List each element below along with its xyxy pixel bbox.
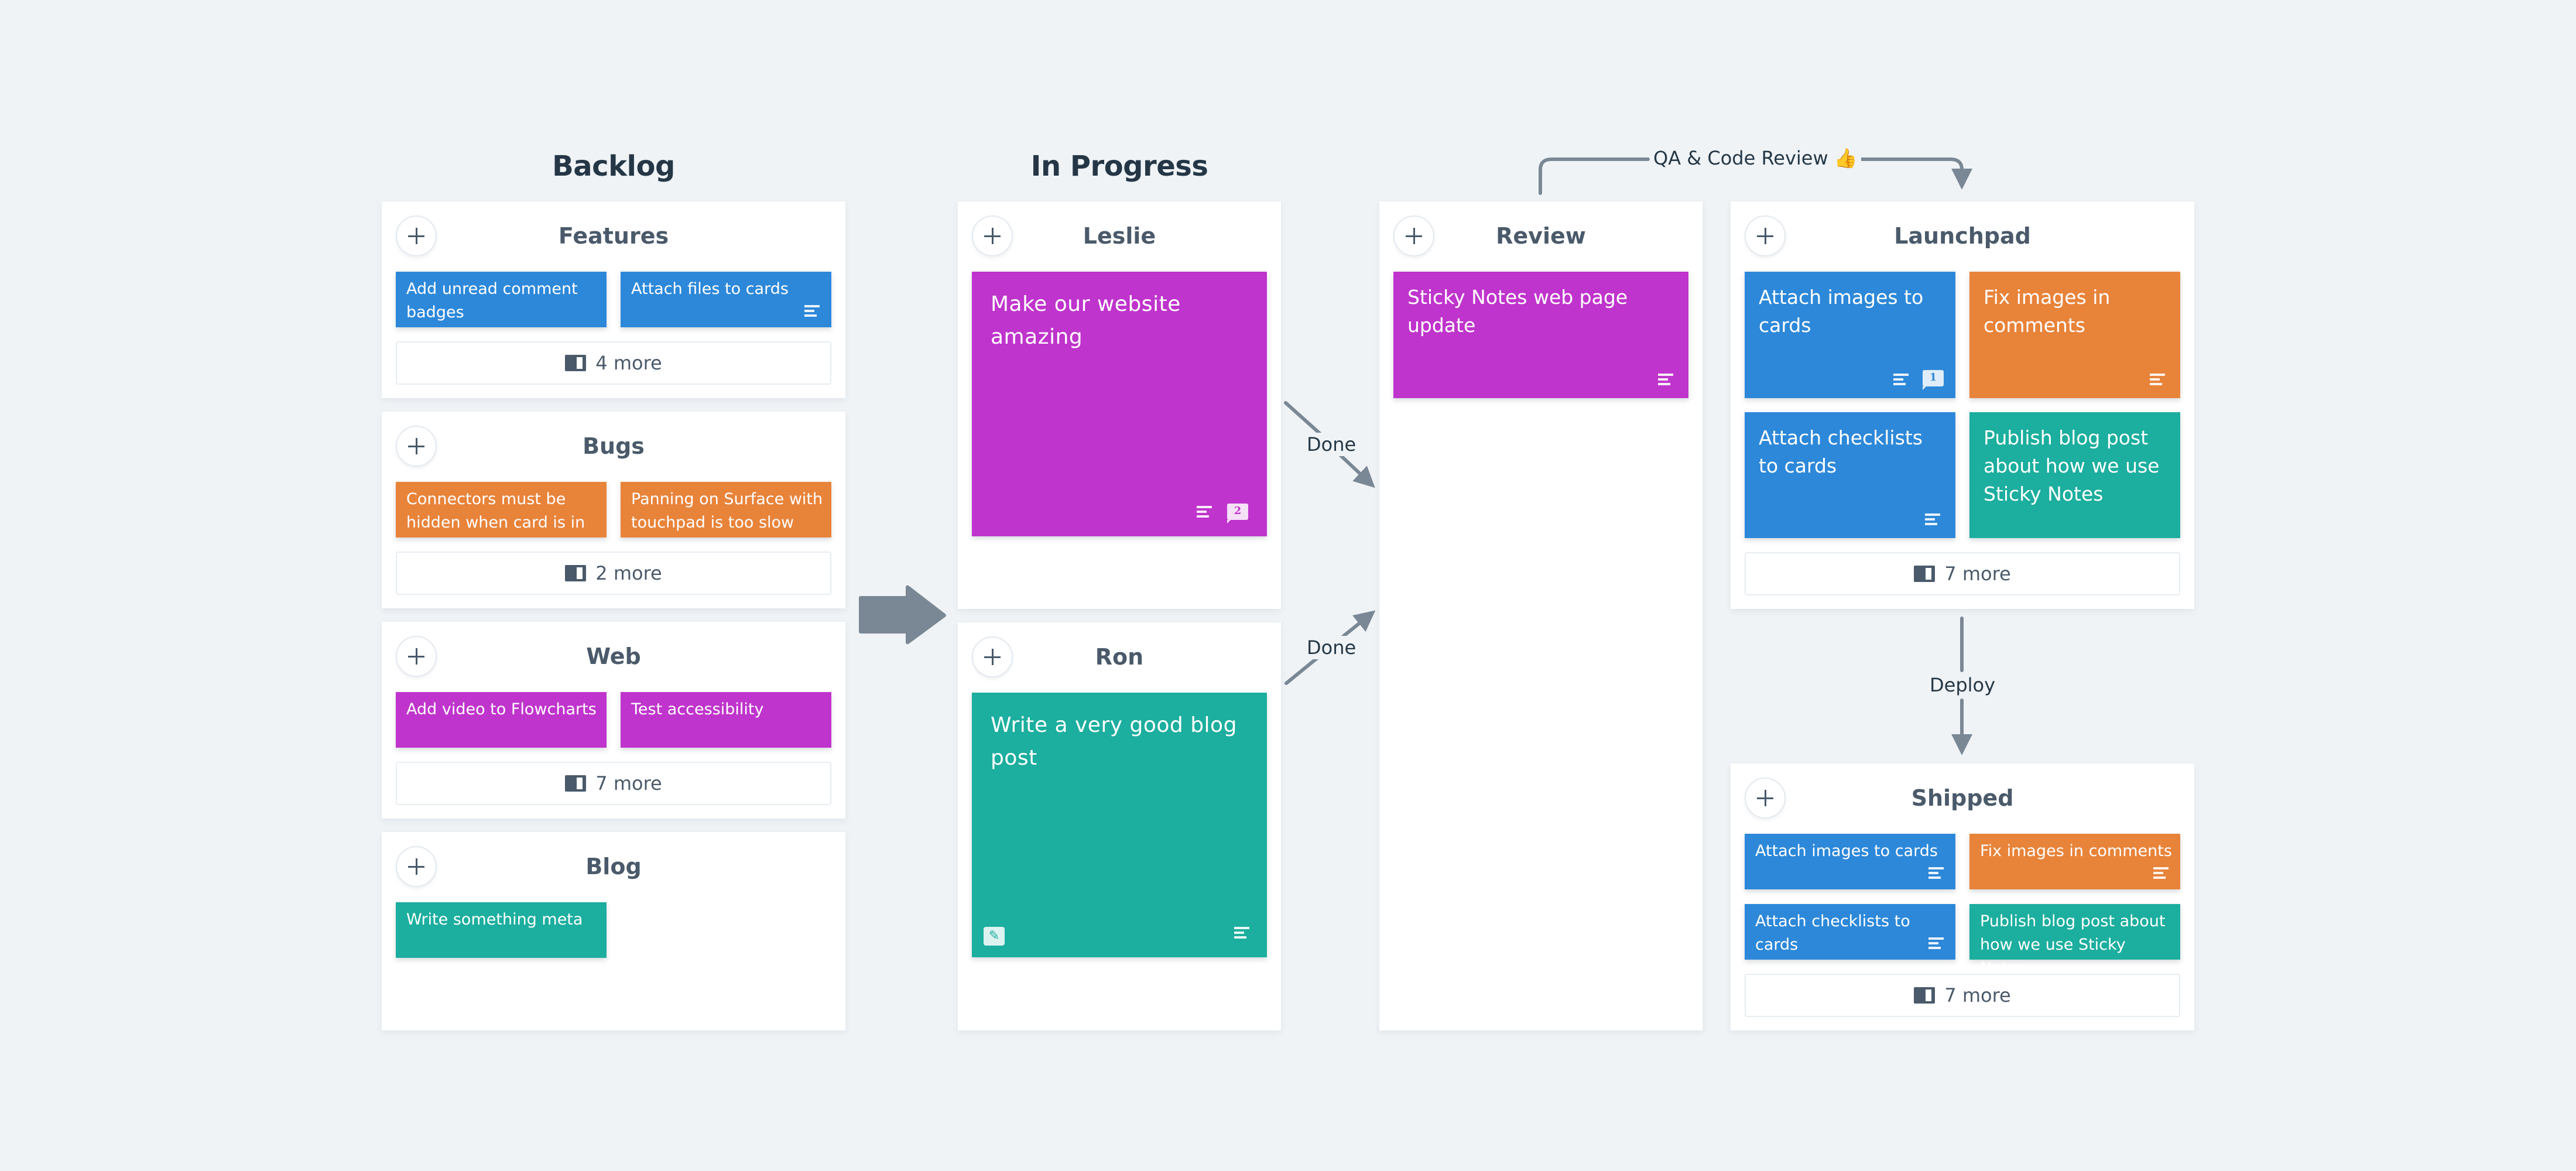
notes-icon bbox=[1928, 867, 1944, 879]
column-title-in-progress: In Progress bbox=[1030, 150, 1208, 183]
panel-blog: Blog Write something meta bbox=[382, 832, 845, 1030]
card-text: Fix images in comments bbox=[1980, 842, 2172, 860]
card[interactable]: Attach files to cards bbox=[621, 272, 831, 327]
card[interactable]: Connectors must be hidden when card is i… bbox=[396, 482, 607, 555]
card-text: Make our website amazing bbox=[991, 292, 1181, 349]
connector-qa-right bbox=[1849, 157, 1972, 190]
notes-icon bbox=[1197, 506, 1212, 518]
card[interactable]: Write something meta bbox=[396, 902, 607, 958]
show-more-button[interactable]: 7 more bbox=[1745, 552, 2180, 595]
comment-icon[interactable]: 1 bbox=[1923, 370, 1944, 390]
panel-title: Ron bbox=[1095, 644, 1144, 670]
more-label: 2 more bbox=[595, 562, 662, 584]
show-more-button[interactable]: 7 more bbox=[396, 762, 831, 805]
panel-launchpad: Launchpad Attach images to cards 1 Fix i… bbox=[1731, 201, 2194, 609]
panel-bugs: Bugs Connectors must be hidden when card… bbox=[382, 412, 845, 608]
card[interactable]: Attach checklists to cards bbox=[1745, 412, 1955, 538]
panel-title: Features bbox=[558, 223, 669, 249]
panel-title: Blog bbox=[585, 854, 642, 879]
connector-done-top-b bbox=[1338, 453, 1375, 488]
card-text: Sticky Notes web page update bbox=[1407, 286, 1628, 337]
notes-icon bbox=[2153, 867, 2169, 879]
show-more-button[interactable]: 4 more bbox=[396, 341, 831, 385]
card-text: Attach files to cards bbox=[631, 280, 789, 298]
stack-icon bbox=[1914, 987, 1936, 1004]
card-text: Write something meta bbox=[406, 910, 583, 929]
notes-icon bbox=[1928, 937, 1944, 949]
stack-icon bbox=[565, 775, 587, 792]
card-text: Test accessibility bbox=[631, 700, 764, 718]
stack-icon bbox=[1914, 566, 1936, 582]
show-more-button[interactable]: 2 more bbox=[396, 552, 831, 595]
notes-icon bbox=[1658, 374, 1673, 385]
card[interactable]: Publish blog post about how we use Stick… bbox=[1969, 412, 2180, 538]
more-label: 7 more bbox=[1944, 984, 2011, 1006]
connector-label-deploy: Deploy bbox=[1926, 673, 1999, 697]
more-label: 7 more bbox=[595, 772, 662, 795]
connector-done-bottom-a bbox=[1284, 656, 1320, 685]
card[interactable]: Attach images to cards 1 bbox=[1745, 272, 1955, 398]
panel-title: Shipped bbox=[1911, 785, 2014, 811]
stack-icon bbox=[565, 565, 587, 581]
card-text: Add video to Flowcharts bbox=[406, 700, 597, 718]
card[interactable]: Add video to Flowcharts bbox=[396, 692, 607, 748]
panel-review: Review Sticky Notes web page update bbox=[1379, 201, 1703, 1030]
card-text: Publish blog post about how we use Stick… bbox=[1980, 912, 2166, 977]
card[interactable]: Publish blog post about how we use Stick… bbox=[1969, 904, 2180, 977]
panel-web: Web Add video to Flowcharts Test accessi… bbox=[382, 622, 845, 819]
connector-done-top-a bbox=[1284, 401, 1321, 435]
notes-icon bbox=[1925, 513, 1940, 525]
connector-label-done-bottom: Done bbox=[1303, 636, 1360, 659]
card[interactable]: Sticky Notes web page update bbox=[1393, 272, 1688, 398]
panel-shipped: Shipped Attach images to cards Fix image… bbox=[1731, 763, 2194, 1030]
qa-review-text: QA & Code Review bbox=[1653, 147, 1828, 169]
card-text: Connectors must be hidden when card is i… bbox=[406, 490, 585, 555]
show-more-button[interactable]: 7 more bbox=[1745, 974, 2180, 1017]
card[interactable]: Attach images to cards bbox=[1745, 834, 1955, 889]
card-text: Add unread comment badges bbox=[406, 280, 578, 321]
card-text: Attach checklists to cards bbox=[1755, 912, 1910, 954]
panel-leslie: Leslie Make our website amazing 2 bbox=[958, 201, 1281, 609]
connector-done-bottom-b bbox=[1341, 610, 1376, 638]
card-text: Attach images to cards bbox=[1759, 286, 1924, 337]
comment-icon[interactable]: 2 bbox=[1227, 504, 1248, 523]
card[interactable]: Attach checklists to cards bbox=[1745, 904, 1955, 960]
card-text: Write a very good blog post bbox=[991, 713, 1237, 770]
card[interactable]: Fix images in comments bbox=[1969, 272, 2180, 398]
connector-qa-left bbox=[1539, 157, 1650, 195]
more-label: 7 more bbox=[1944, 563, 2011, 585]
panel-title: Web bbox=[586, 643, 641, 669]
stack-icon bbox=[565, 355, 587, 371]
notes-icon bbox=[2150, 374, 2165, 385]
column-title-backlog: Backlog bbox=[552, 150, 675, 183]
connector-label-qa-review: QA & Code Review 👍 bbox=[1650, 146, 1861, 170]
card[interactable]: Make our website amazing 2 bbox=[972, 272, 1267, 536]
notes-icon bbox=[804, 305, 820, 317]
card-text: Fix images in comments bbox=[1984, 286, 2111, 337]
card[interactable]: Panning on Surface with touchpad is too … bbox=[621, 482, 831, 537]
panel-title: Leslie bbox=[1083, 223, 1156, 249]
card-text: Attach checklists to cards bbox=[1759, 426, 1923, 477]
panel-title: Launchpad bbox=[1894, 223, 2031, 249]
edit-icon[interactable]: ✎ bbox=[984, 927, 1005, 946]
panel-ron: Ron Write a very good blog post ✎ bbox=[958, 622, 1281, 1030]
card-text: Panning on Surface with touchpad is too … bbox=[631, 490, 823, 532]
card[interactable]: Add unread comment badges bbox=[396, 272, 607, 327]
card-text: Publish blog post about how we use Stick… bbox=[1984, 426, 2160, 505]
more-label: 4 more bbox=[595, 352, 662, 374]
notes-icon bbox=[1234, 927, 1249, 939]
connector-label-done-top: Done bbox=[1303, 433, 1360, 456]
thumbs-up-icon: 👍 bbox=[1834, 147, 1858, 169]
card[interactable]: Fix images in comments bbox=[1969, 834, 2180, 889]
card[interactable]: Write a very good blog post ✎ bbox=[972, 693, 1267, 957]
notes-icon bbox=[1893, 374, 1909, 385]
card[interactable]: Test accessibility bbox=[621, 692, 831, 748]
panel-features: Features Add unread comment badges Attac… bbox=[382, 201, 845, 398]
big-arrow-icon bbox=[859, 585, 946, 645]
card-text: Attach images to cards bbox=[1755, 842, 1938, 860]
panel-title: Review bbox=[1496, 223, 1586, 249]
panel-title: Bugs bbox=[583, 433, 645, 459]
